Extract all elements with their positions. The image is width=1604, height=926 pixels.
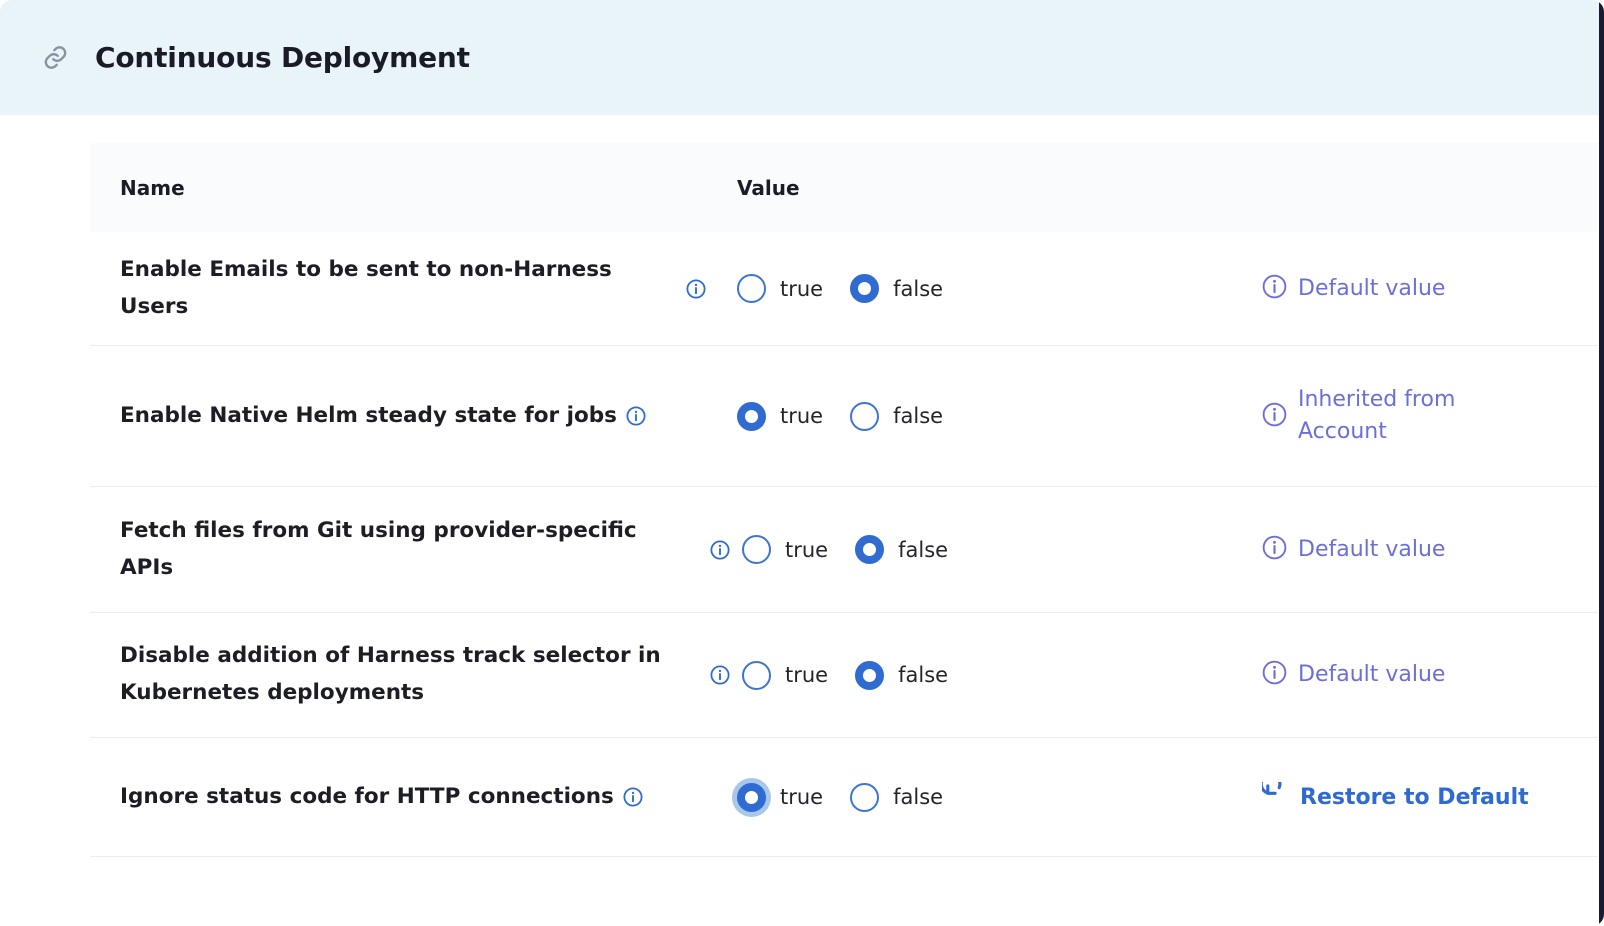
radio-false-label[interactable]: false xyxy=(893,277,943,301)
info-icon[interactable] xyxy=(710,665,730,685)
radio-false-label[interactable]: false xyxy=(893,785,943,809)
radio-false-dot[interactable] xyxy=(855,661,884,690)
setting-name-label: Enable Native Helm steady state for jobs xyxy=(120,398,617,435)
setting-row: Enable Emails to be sent to non-Harness … xyxy=(90,232,1598,346)
radio-true-label[interactable]: true xyxy=(785,663,828,687)
radio-false[interactable]: false xyxy=(850,783,943,812)
table-header-row: Name Value xyxy=(90,143,1598,232)
radio-true-dot[interactable] xyxy=(737,783,766,812)
setting-status-cell: Default value xyxy=(1230,273,1598,305)
radio-true[interactable]: true xyxy=(742,535,828,564)
setting-status-cell: Default value xyxy=(1230,534,1598,566)
radio-true[interactable]: true xyxy=(742,661,828,690)
status-label[interactable]: Default value xyxy=(1298,659,1445,691)
column-header-name: Name xyxy=(120,176,710,200)
radio-true-label[interactable]: true xyxy=(785,538,828,562)
info-icon[interactable] xyxy=(710,540,730,560)
setting-row: Fetch files from Git using provider-spec… xyxy=(90,487,1598,613)
radio-true[interactable]: true xyxy=(737,402,823,431)
setting-name-cell: Enable Native Helm steady state for jobs xyxy=(120,398,710,435)
setting-name-label: Enable Emails to be sent to non-Harness … xyxy=(120,252,677,326)
radio-false-dot[interactable] xyxy=(850,274,879,303)
setting-name-cell: Ignore status code for HTTP connections xyxy=(120,779,710,816)
radio-false-dot[interactable] xyxy=(850,402,879,431)
setting-name-cell: Enable Emails to be sent to non-Harness … xyxy=(120,252,710,326)
radio-true-dot[interactable] xyxy=(737,274,766,303)
radio-false-label[interactable]: false xyxy=(898,538,948,562)
radio-true-dot[interactable] xyxy=(742,535,771,564)
radio-true-label[interactable]: true xyxy=(780,404,823,428)
radio-false[interactable]: false xyxy=(850,402,943,431)
radio-false-dot[interactable] xyxy=(855,535,884,564)
radio-true-label[interactable]: true xyxy=(780,277,823,301)
radio-true-dot[interactable] xyxy=(742,661,771,690)
status-label[interactable]: Default value xyxy=(1298,273,1445,305)
status-label[interactable]: Default value xyxy=(1298,534,1445,566)
info-icon[interactable] xyxy=(623,787,643,807)
setting-status-cell: Default value xyxy=(1230,659,1598,691)
radio-false[interactable]: false xyxy=(855,535,948,564)
info-icon[interactable] xyxy=(626,406,646,426)
info-icon[interactable] xyxy=(686,279,706,299)
setting-row: Disable addition of Harness track select… xyxy=(90,613,1598,738)
radio-false[interactable]: false xyxy=(850,274,943,303)
setting-value-cell: true false xyxy=(710,535,1230,564)
status-label[interactable]: Restore to Default xyxy=(1300,785,1529,810)
radio-false-dot[interactable] xyxy=(850,783,879,812)
setting-name-cell: Disable addition of Harness track select… xyxy=(120,638,710,712)
radio-true[interactable]: true xyxy=(737,274,823,303)
radio-true[interactable]: true xyxy=(737,783,823,812)
setting-name-label: Fetch files from Git using provider-spec… xyxy=(120,513,665,587)
restore-icon[interactable] xyxy=(1262,782,1289,813)
settings-table: Name Value Enable Emails to be sent to n… xyxy=(90,143,1598,857)
status-label[interactable]: Inherited from Account xyxy=(1298,384,1498,448)
radio-false[interactable]: false xyxy=(855,661,948,690)
setting-name-label: Ignore status code for HTTP connections xyxy=(120,779,614,816)
info-icon[interactable] xyxy=(1262,274,1287,303)
radio-false-label[interactable]: false xyxy=(898,663,948,687)
setting-value-cell: true false xyxy=(710,783,1230,812)
setting-value-cell: true false xyxy=(710,661,1230,690)
setting-name-label: Disable addition of Harness track select… xyxy=(120,638,665,712)
section-header: Continuous Deployment xyxy=(0,0,1604,115)
setting-name-cell: Fetch files from Git using provider-spec… xyxy=(120,513,710,587)
settings-screen: Continuous Deployment Name Value Enable … xyxy=(0,0,1604,926)
radio-true-dot[interactable] xyxy=(737,402,766,431)
radio-true-label[interactable]: true xyxy=(780,785,823,809)
setting-row: Ignore status code for HTTP connections … xyxy=(90,738,1598,857)
info-icon[interactable] xyxy=(1262,660,1287,689)
setting-value-cell: true false xyxy=(710,402,1230,431)
link-icon[interactable] xyxy=(42,44,69,71)
info-icon[interactable] xyxy=(1262,402,1287,431)
page-title: Continuous Deployment xyxy=(95,41,470,74)
setting-status-cell: Restore to Default xyxy=(1230,782,1598,813)
setting-row: Enable Native Helm steady state for jobs… xyxy=(90,346,1598,487)
radio-false-label[interactable]: false xyxy=(893,404,943,428)
info-icon[interactable] xyxy=(1262,535,1287,564)
setting-status-cell: Inherited from Account xyxy=(1230,384,1598,448)
viewport-edge xyxy=(1599,0,1604,926)
setting-value-cell: true false xyxy=(710,274,1230,303)
column-header-value: Value xyxy=(710,176,800,200)
